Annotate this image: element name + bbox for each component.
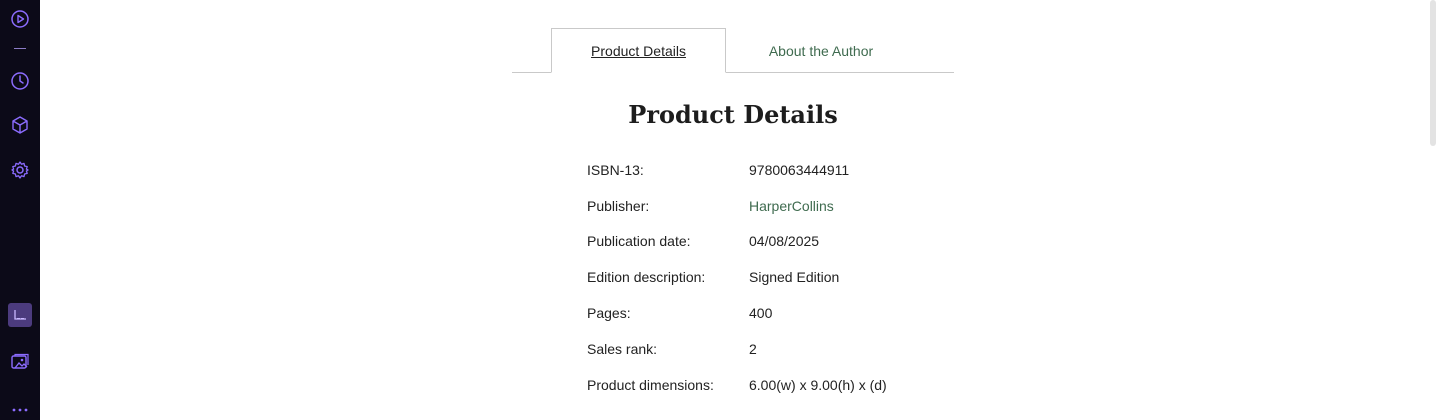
- detail-row-publication-date: Publication date: 04/08/2025: [587, 224, 1007, 260]
- sidebar: [0, 0, 40, 420]
- section-title: Product Details: [628, 100, 838, 129]
- cube-icon[interactable]: [8, 113, 32, 137]
- product-tabs: Product Details About the Author: [512, 28, 954, 73]
- detail-label: Publisher:: [587, 197, 650, 214]
- play-circle-icon[interactable]: [8, 7, 32, 31]
- tab-product-details[interactable]: Product Details: [551, 28, 726, 73]
- clock-icon[interactable]: [8, 69, 32, 93]
- detail-value: Signed Edition: [749, 269, 840, 286]
- detail-row-dimensions: Product dimensions: 6.00(w) x 9.00(h) x …: [587, 367, 1007, 403]
- detail-value: 9780063444911: [749, 161, 850, 178]
- gear-icon[interactable]: [8, 158, 32, 182]
- detail-value: 400: [749, 305, 773, 322]
- detail-value: 2: [749, 340, 757, 357]
- sidebar-divider: [14, 48, 26, 49]
- more-icon[interactable]: [8, 400, 32, 420]
- detail-row-edition: Edition description: Signed Edition: [587, 259, 1007, 295]
- detail-value: 6.00(w) x 9.00(h) x (d): [749, 376, 887, 393]
- publisher-link[interactable]: HarperCollins: [749, 198, 834, 214]
- detail-label: Edition description:: [587, 269, 706, 286]
- detail-label: Product dimensions:: [587, 376, 714, 393]
- tab-about-the-author[interactable]: About the Author: [726, 28, 916, 73]
- detail-row-isbn: ISBN-13: 9780063444911: [587, 152, 1007, 188]
- chart-icon[interactable]: [8, 303, 32, 327]
- detail-row-sales-rank: Sales rank: 2: [587, 331, 1007, 367]
- detail-row-pages: Pages: 400: [587, 295, 1007, 331]
- detail-label: Pages:: [587, 305, 631, 322]
- detail-value: 04/08/2025: [749, 233, 820, 250]
- detail-label: Sales rank:: [587, 340, 658, 357]
- detail-row-publisher: Publisher: HarperCollins: [587, 188, 1007, 224]
- detail-label: ISBN-13:: [587, 161, 644, 178]
- scrollbar-thumb[interactable]: [1430, 0, 1436, 146]
- images-icon[interactable]: [8, 350, 32, 374]
- product-details-list: ISBN-13: 9780063444911 Publisher: Harper…: [587, 152, 1007, 403]
- detail-label: Publication date:: [587, 233, 691, 250]
